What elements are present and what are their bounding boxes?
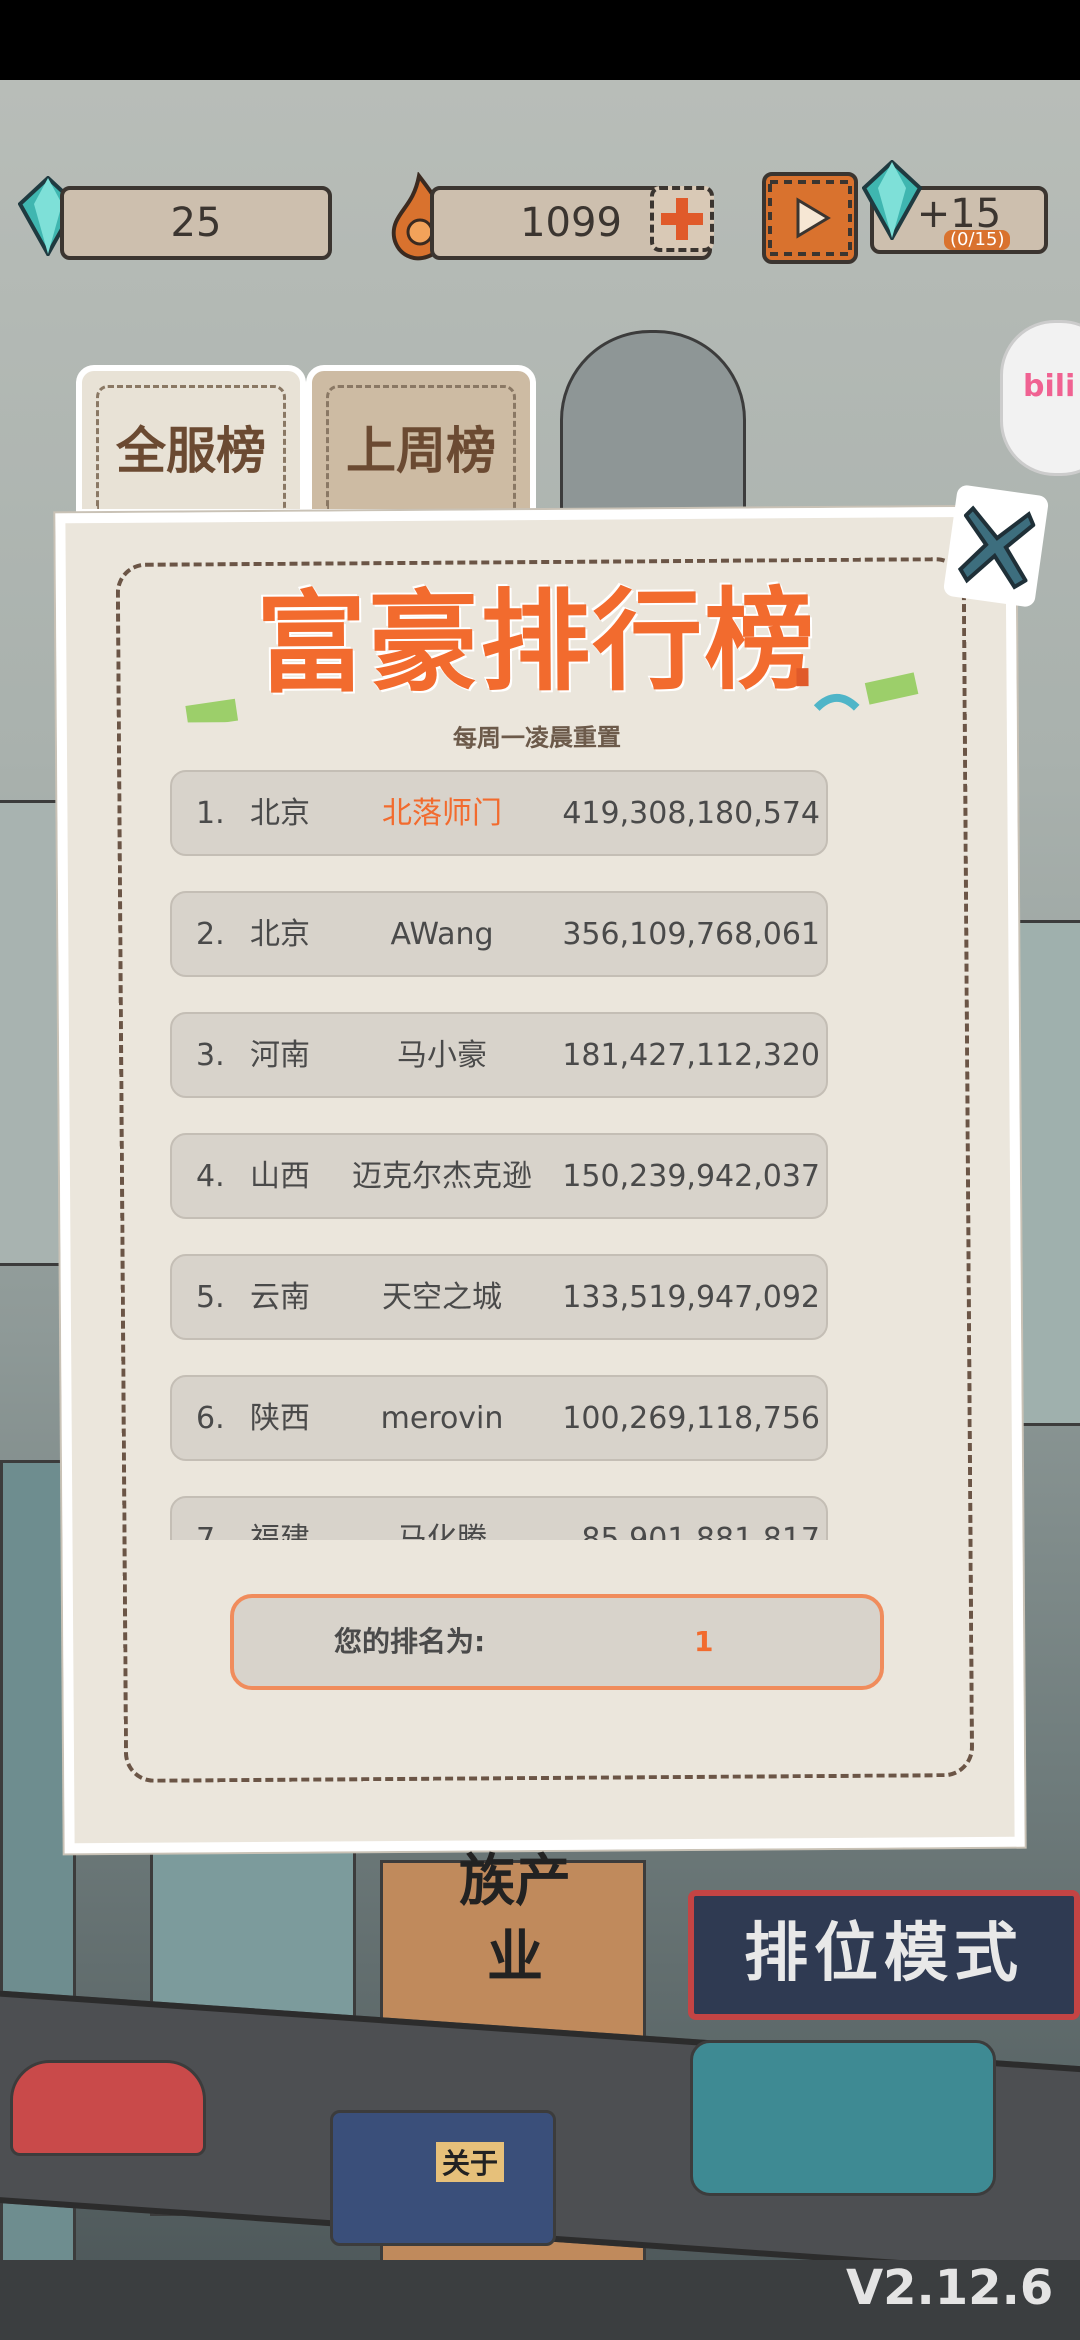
flame-count: 1099 [520,200,622,246]
tab-border [96,385,286,509]
player-wealth: 100,269,118,756 [562,1401,820,1436]
leaderboard-row[interactable]: 6. 陕西 merovin 100,269,118,756 [170,1375,828,1461]
province: 福建 [250,1522,310,1540]
ranking-mode-button[interactable]: 排位模式 [688,1890,1080,2020]
plus-icon [661,198,703,240]
video-play-icon [768,180,852,256]
rank-number: 6. [196,1401,225,1436]
rank-number: 7. [196,1522,225,1540]
rank-number: 2. [196,917,225,952]
bilibili-button[interactable]: bili [1000,320,1080,476]
diamond-icon [862,160,922,240]
tab-all-server[interactable]: 全服榜 [76,365,306,515]
rank-number: 1. [196,796,225,831]
status-bar [0,0,1080,80]
tab-border [326,385,516,509]
rank-number: 3. [196,1038,225,1073]
player-wealth: 150,239,942,037 [562,1159,820,1194]
leaderboard-list[interactable]: 1. 北京 北落师门 419,308,180,574 2. 北京 AWang 3… [170,770,830,1540]
player-wealth: 356,109,768,061 [562,917,820,952]
player-name: 天空之城 [382,1280,502,1315]
close-icon [957,505,1036,590]
my-rank-box: 您的排名为: 1 [230,1594,884,1690]
player-wealth: 419,308,180,574 [562,796,820,831]
gem-count: 25 [170,200,222,246]
province: 北京 [250,796,310,831]
province: 云南 [250,1280,310,1315]
gem-counter: 25 [60,186,332,260]
province: 北京 [250,917,310,952]
tab-last-week[interactable]: 上周榜 [306,365,536,515]
leaderboard-row[interactable]: 7. 福建 马化腾 85,901,881,817 [170,1496,828,1540]
leaderboard-row[interactable]: 3. 河南 马小豪 181,427,112,320 [170,1012,828,1098]
leaderboard-row[interactable]: 2. 北京 AWang 356,109,768,061 [170,891,828,977]
my-rank-label: 您的排名为: [334,1625,486,1658]
province: 河南 [250,1038,310,1073]
my-rank-value: 1 [694,1625,714,1658]
rank-number: 4. [196,1159,225,1194]
rank-number: 5. [196,1280,225,1315]
player-name: 北落师门 [382,796,502,831]
about-button[interactable]: 关于 [436,2142,505,2182]
watch-video-button[interactable] [762,172,858,264]
province: 陕西 [250,1401,310,1436]
version-label: V2.12.6 [846,2260,1054,2316]
leaderboard-row[interactable]: 4. 山西 迈克尔杰克逊 150,239,942,037 [170,1133,828,1219]
close-button[interactable] [942,484,1050,608]
leaderboard-row[interactable]: 1. 北京 北落师门 419,308,180,574 [170,770,828,856]
bili-logo-text: bili [1023,369,1076,404]
player-name: 迈克尔杰克逊 [352,1159,532,1194]
province: 山西 [250,1159,310,1194]
player-name: 马化腾 [397,1522,487,1540]
player-name: AWang [390,917,494,952]
player-wealth: 181,427,112,320 [562,1038,820,1073]
leaderboard-row[interactable]: 5. 云南 天空之城 133,519,947,092 [170,1254,828,1340]
confetti-decoration [185,668,919,723]
player-wealth: 133,519,947,092 [562,1280,820,1315]
player-name: merovin [380,1401,504,1436]
player-wealth: 85,901,881,817 [581,1522,820,1540]
building-sign: 族产业 [459,1849,571,1990]
add-flame-button[interactable] [650,186,714,252]
player-name: 马小豪 [397,1038,487,1073]
reward-progress: (0/15) [944,230,1011,250]
